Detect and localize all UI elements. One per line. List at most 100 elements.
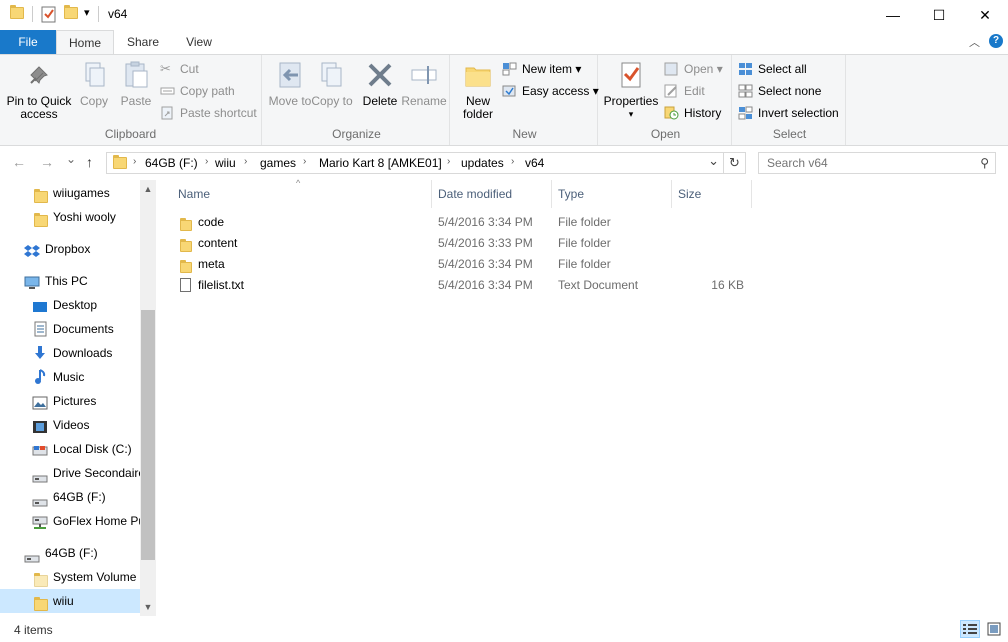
rename-button[interactable]: Rename xyxy=(400,59,448,108)
history-icon xyxy=(664,106,679,120)
search-icon[interactable]: ⚲ xyxy=(980,156,989,170)
file-row-meta[interactable]: meta 5/4/2016 3:34 PM File folder xyxy=(174,254,752,275)
paste-shortcut-button[interactable]: Paste shortcut xyxy=(160,103,257,123)
file-row-code[interactable]: code 5/4/2016 3:34 PM File folder xyxy=(174,212,752,233)
tab-file[interactable]: File xyxy=(0,30,56,54)
item-count: 4 items xyxy=(14,623,53,637)
nav-item-yoshi-wooly[interactable]: Yoshi wooly xyxy=(0,205,140,229)
help-icon[interactable]: ? xyxy=(989,34,1003,48)
large-icons-view-button[interactable] xyxy=(984,620,1004,638)
nav-item-label: Pictures xyxy=(53,394,97,408)
cut-button[interactable]: ✂ Cut xyxy=(160,59,199,79)
nav-item-label: Desktop xyxy=(53,298,98,312)
nav-item-drive-secondaire[interactable]: Drive Secondaire xyxy=(0,461,140,485)
address-dropdown-icon[interactable]: ⌄ xyxy=(708,153,719,169)
scroll-up-icon[interactable]: ▲ xyxy=(140,184,156,194)
easy-access-label: Easy access xyxy=(522,84,590,98)
nav-item-documents[interactable]: Documents xyxy=(0,317,140,341)
drive-icon xyxy=(24,548,40,563)
edit-icon xyxy=(664,84,679,98)
nav-item-system-volume[interactable]: System Volume I xyxy=(0,565,140,589)
history-button[interactable]: History xyxy=(664,103,721,123)
delete-button[interactable]: Delete xyxy=(358,59,402,108)
new-item-button[interactable]: New item ▾ xyxy=(502,59,581,79)
open-button[interactable]: Open ▾ xyxy=(664,59,723,79)
file-list: ^ Name Date modified Type Size code 5/4/… xyxy=(156,178,1008,616)
breadcrumb-updates[interactable]: updates xyxy=(461,156,504,170)
tab-view[interactable]: View xyxy=(172,30,226,54)
nav-item-label: Yoshi wooly xyxy=(53,210,116,224)
nav-item-this-pc[interactable]: This PC xyxy=(0,269,140,293)
nav-item-64gb-f-drive[interactable]: 64GB (F:) xyxy=(0,541,140,565)
nav-scrollbar[interactable]: ▲ ▼ xyxy=(140,180,156,616)
nav-item-downloads[interactable]: Downloads xyxy=(0,341,140,365)
forward-button[interactable]: → xyxy=(40,154,54,170)
move-to-button[interactable]: Move to xyxy=(268,59,312,108)
nav-item-dropbox[interactable]: Dropbox xyxy=(0,237,140,261)
new-folder-qat-icon[interactable] xyxy=(64,5,78,22)
column-header-type[interactable]: Type xyxy=(552,180,672,208)
tab-home[interactable]: Home xyxy=(56,30,114,55)
file-row-content[interactable]: content 5/4/2016 3:33 PM File folder xyxy=(174,233,752,254)
address-bar[interactable]: › 64GB (F:) › wiiu › games › Mario Kart … xyxy=(106,152,724,174)
refresh-button[interactable]: ↻ xyxy=(724,152,746,174)
select-all-button[interactable]: Select all xyxy=(738,59,807,79)
nav-item-wiiu[interactable]: wiiu xyxy=(0,589,140,613)
maximize-button[interactable]: ☐ xyxy=(916,0,962,30)
nav-item-wiiugames[interactable]: wiiugames xyxy=(0,181,140,205)
breadcrumb-v64[interactable]: v64 xyxy=(525,156,544,170)
minimize-button[interactable]: — xyxy=(870,0,916,30)
file-row-filelist[interactable]: filelist.txt 5/4/2016 3:34 PM Text Docum… xyxy=(174,275,752,296)
paste-button[interactable]: Paste xyxy=(116,59,156,108)
column-header-date-modified[interactable]: Date modified xyxy=(432,180,552,208)
breadcrumb-separator: › xyxy=(133,156,137,167)
details-view-button[interactable] xyxy=(960,620,980,638)
breadcrumb-mario-kart[interactable]: Mario Kart 8 [AMKE01] xyxy=(319,156,442,170)
scrollbar-thumb[interactable] xyxy=(141,310,155,560)
tab-share[interactable]: Share xyxy=(116,30,170,54)
select-none-button[interactable]: Select none xyxy=(738,81,821,101)
new-folder-button[interactable]: New folder xyxy=(456,59,500,121)
recent-locations-button[interactable]: ⌄ xyxy=(66,152,76,166)
edit-label: Edit xyxy=(684,84,705,98)
column-header-name[interactable]: Name xyxy=(172,180,432,208)
breadcrumb-64gb[interactable]: 64GB (F:) xyxy=(145,156,198,170)
properties-button[interactable]: Properties ▾ xyxy=(602,59,660,121)
rename-label: Rename xyxy=(401,94,447,108)
copy-button[interactable]: Copy xyxy=(74,59,114,108)
properties-dropdown-icon: ▾ xyxy=(628,109,634,119)
close-button[interactable]: ✕ xyxy=(962,0,1008,30)
copy-to-button[interactable]: Copy to xyxy=(310,59,354,108)
nav-item-label: wiiugames xyxy=(53,186,110,200)
organize-group: Move to Copy to Delete Rename Organize xyxy=(264,55,450,145)
copy-path-button[interactable]: Copy path xyxy=(160,81,235,101)
collapse-ribbon-icon[interactable]: ︿ xyxy=(969,34,980,50)
qat-dropdown-icon[interactable]: ▾ xyxy=(84,6,90,19)
nav-item-desktop[interactable]: Desktop xyxy=(0,293,140,317)
file-date: 5/4/2016 3:34 PM xyxy=(438,278,533,292)
file-date: 5/4/2016 3:34 PM xyxy=(438,215,533,229)
dropbox-icon xyxy=(24,242,40,257)
column-header-size[interactable]: Size xyxy=(672,180,752,208)
easy-access-button[interactable]: Easy access ▾ xyxy=(502,81,599,101)
nav-item-pictures[interactable]: Pictures xyxy=(0,389,140,413)
pin-to-quick-access-button[interactable]: Pin to Quick access xyxy=(4,59,74,121)
edit-button[interactable]: Edit xyxy=(664,81,705,101)
up-button[interactable]: ↑ xyxy=(86,154,93,170)
back-button[interactable]: ← xyxy=(12,154,26,170)
breadcrumb-games[interactable]: games xyxy=(260,156,296,170)
nav-item-music[interactable]: Music xyxy=(0,365,140,389)
nav-item-local-disk-c[interactable]: Local Disk (C:) xyxy=(0,437,140,461)
search-box[interactable]: ⚲ xyxy=(758,152,996,174)
nav-item-64gb-f[interactable]: 64GB (F:) xyxy=(0,485,140,509)
properties-qat-icon[interactable] xyxy=(41,5,57,26)
select-none-label: Select none xyxy=(758,84,822,98)
invert-selection-button[interactable]: Invert selection xyxy=(738,103,839,123)
nav-item-goflex-home[interactable]: GoFlex Home Pu xyxy=(0,509,140,533)
search-input[interactable] xyxy=(759,153,959,173)
nav-item-videos[interactable]: Videos xyxy=(0,413,140,437)
open-group-label: Open xyxy=(650,127,681,141)
breadcrumb-wiiu[interactable]: wiiu xyxy=(215,156,236,170)
scroll-down-icon[interactable]: ▼ xyxy=(140,602,156,612)
status-bar: 4 items xyxy=(0,616,1008,642)
